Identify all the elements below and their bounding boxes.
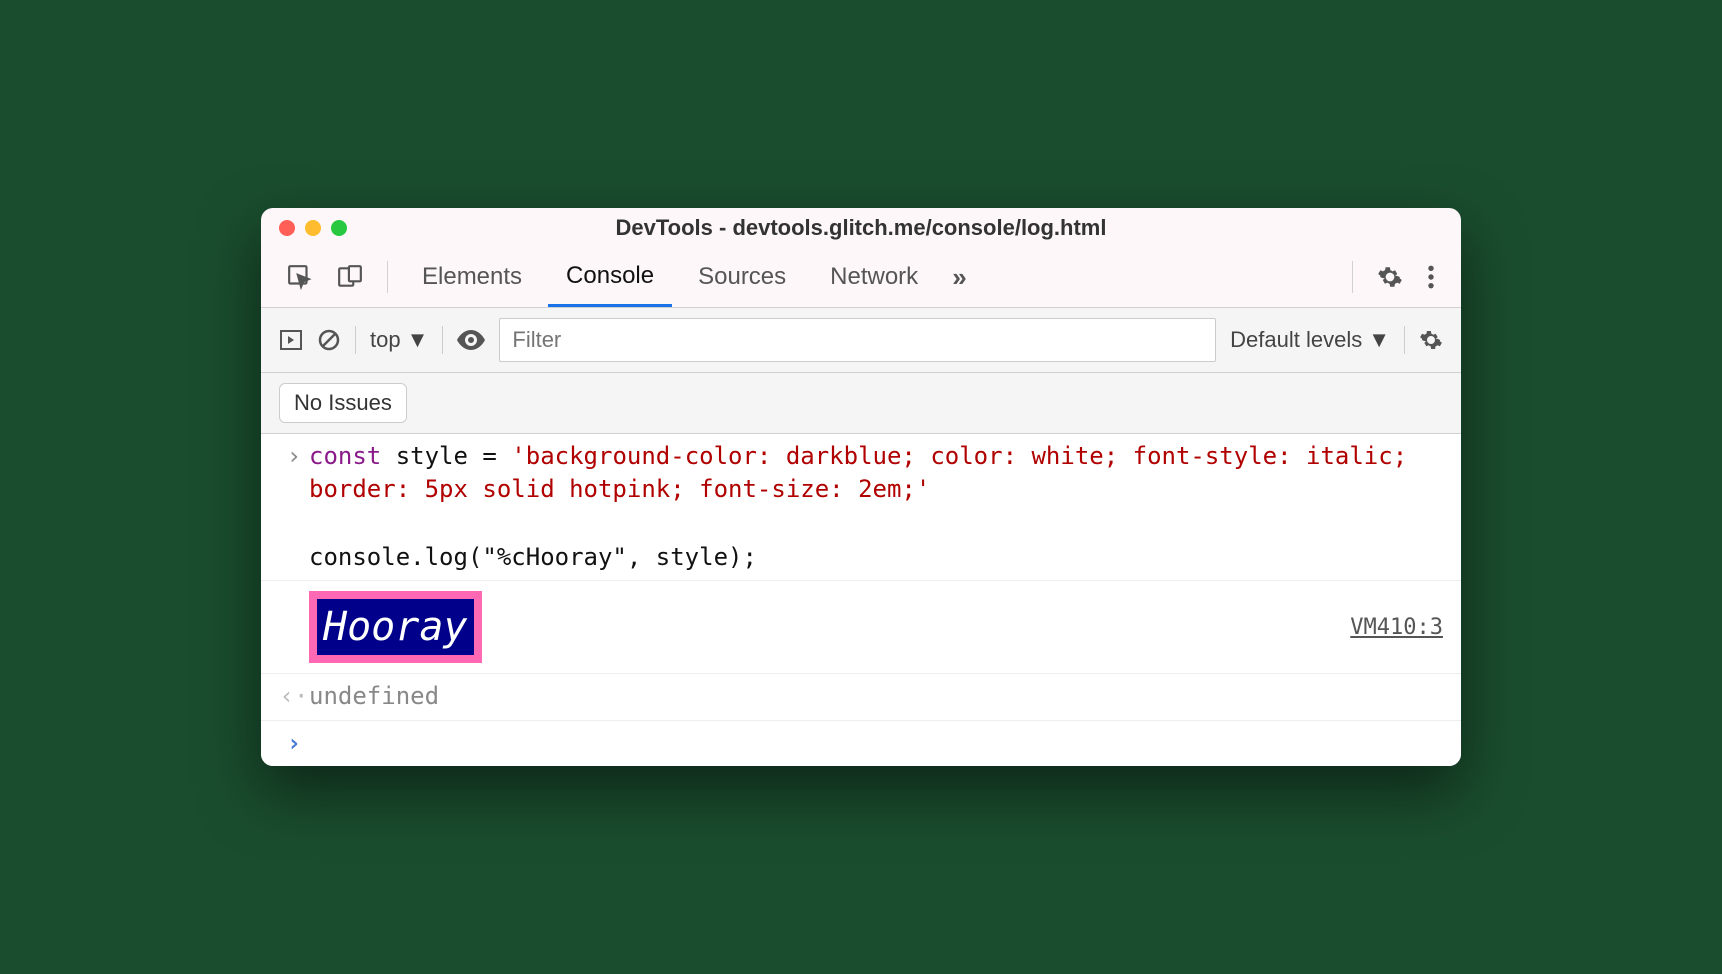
console-return-row: ‹· undefined: [261, 674, 1461, 721]
sidebar-toggle-icon[interactable]: [279, 328, 303, 352]
titlebar: DevTools - devtools.glitch.me/console/lo…: [261, 208, 1461, 248]
tab-elements[interactable]: Elements: [404, 249, 540, 305]
console-body: › const style = 'background-color: darkb…: [261, 434, 1461, 767]
live-expression-icon[interactable]: [457, 330, 485, 350]
window-title: DevTools - devtools.glitch.me/console/lo…: [261, 215, 1461, 241]
context-label: top: [370, 327, 401, 353]
divider: [387, 261, 388, 293]
devtools-window: DevTools - devtools.glitch.me/console/lo…: [261, 208, 1461, 767]
device-toggle-icon[interactable]: [329, 254, 371, 300]
tab-console[interactable]: Console: [548, 248, 672, 307]
more-tabs-icon[interactable]: »: [944, 252, 974, 303]
return-value: undefined: [309, 680, 1443, 714]
tab-strip: Elements Console Sources Network »: [261, 248, 1461, 308]
input-chevron-icon: ›: [279, 440, 309, 474]
console-toolbar: top ▼ Default levels ▼: [261, 308, 1461, 373]
chevron-down-icon: ▼: [1368, 327, 1390, 353]
divider: [355, 326, 356, 354]
return-chevron-icon: ‹·: [279, 680, 309, 714]
settings-icon[interactable]: [1369, 254, 1411, 300]
context-selector[interactable]: top ▼: [370, 327, 428, 353]
code-text: style =: [381, 442, 511, 470]
code-keyword: const: [309, 442, 381, 470]
levels-label: Default levels: [1230, 327, 1362, 353]
console-input-content[interactable]: const style = 'background-color: darkblu…: [309, 440, 1443, 574]
maximize-icon[interactable]: [331, 220, 347, 236]
divider: [1352, 261, 1353, 293]
console-input-row: › const style = 'background-color: darkb…: [261, 434, 1461, 580]
chevron-down-icon: ▼: [407, 327, 429, 353]
console-settings-icon[interactable]: [1419, 328, 1443, 352]
close-icon[interactable]: [279, 220, 295, 236]
prompt-chevron-icon: ›: [279, 727, 309, 761]
kebab-menu-icon[interactable]: [1419, 254, 1443, 300]
issues-row: No Issues: [261, 373, 1461, 434]
traffic-lights: [279, 220, 347, 236]
issues-button[interactable]: No Issues: [279, 383, 407, 423]
clear-console-icon[interactable]: [317, 328, 341, 352]
code-text: console.log("%cHooray", style);: [309, 541, 1443, 575]
minimize-icon[interactable]: [305, 220, 321, 236]
tab-network[interactable]: Network: [812, 249, 936, 305]
divider: [1404, 326, 1405, 354]
tab-sources[interactable]: Sources: [680, 249, 804, 305]
source-link[interactable]: VM410:3: [1350, 615, 1443, 640]
log-levels-selector[interactable]: Default levels ▼: [1230, 327, 1390, 353]
inspect-icon[interactable]: [279, 254, 321, 300]
filter-input[interactable]: [499, 318, 1216, 362]
console-output-row: Hooray VM410:3: [261, 580, 1461, 674]
console-prompt-row[interactable]: ›: [261, 721, 1461, 767]
styled-log-output: Hooray: [309, 591, 482, 663]
divider: [442, 326, 443, 354]
